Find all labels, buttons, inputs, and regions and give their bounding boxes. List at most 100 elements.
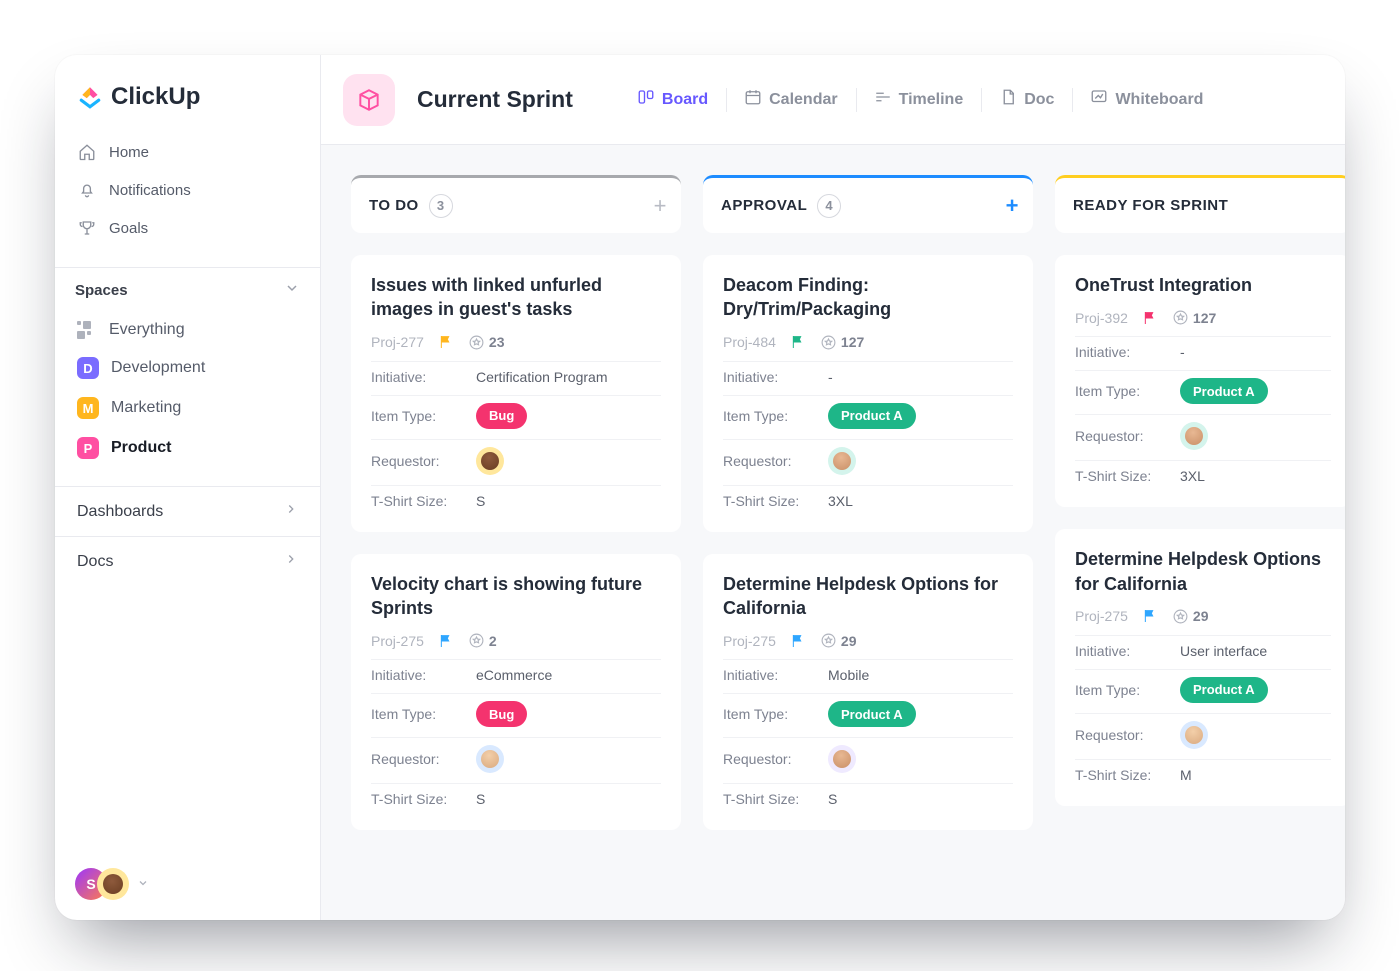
brand-icon (77, 84, 103, 110)
column-header[interactable]: READY FOR SPRINT (1055, 175, 1345, 233)
sidebar-item-goals[interactable]: Goals (65, 209, 310, 247)
view-tabs: Board Calendar Timeline Doc Whiteboard (619, 82, 1222, 118)
field-value: Product A (828, 403, 1013, 429)
avatar (1180, 422, 1208, 450)
field-label: Requestor: (723, 751, 828, 767)
sidebar: ClickUp Home Notifications Goals Spaces (55, 55, 321, 920)
type-tag: Product A (828, 701, 916, 727)
card-points: 2 (468, 632, 497, 649)
field-value (828, 745, 1013, 773)
field-label: Item Type: (723, 706, 828, 722)
column-title: APPROVAL (721, 197, 807, 214)
chevron-down-icon (137, 876, 149, 893)
card-project-id: Proj-275 (723, 633, 776, 649)
timeline-icon (874, 88, 892, 111)
flag-icon[interactable] (438, 633, 454, 649)
tab-timeline[interactable]: Timeline (856, 82, 982, 118)
sidebar-spaces-header[interactable]: Spaces (55, 267, 320, 310)
task-card[interactable]: Determine Helpdesk Options for Californi… (703, 554, 1033, 831)
card-project-id: Proj-275 (371, 633, 424, 649)
task-card[interactable]: Issues with linked unfurled images in gu… (351, 255, 681, 532)
field-label: T-Shirt Size: (723, 791, 828, 807)
trophy-icon (77, 218, 97, 238)
card-title: OneTrust Integration (1075, 273, 1331, 307)
field-label: T-Shirt Size: (1075, 468, 1180, 484)
field-label: T-Shirt Size: (723, 493, 828, 509)
sidebar-item-space-marketing[interactable]: M Marketing (65, 388, 310, 428)
field-value: S (828, 791, 1013, 807)
field-label: Initiative: (723, 369, 828, 385)
field-value: Product A (828, 701, 1013, 727)
sidebar-item-home[interactable]: Home (65, 133, 310, 171)
flag-icon[interactable] (790, 633, 806, 649)
tab-board[interactable]: Board (619, 82, 726, 118)
topbar: Current Sprint Board Calendar Timeline D… (321, 55, 1345, 145)
board-column-todo: TO DO 3+ Issues with linked unfurled ima… (351, 175, 681, 830)
sidebar-item-label: Dashboards (77, 503, 163, 521)
avatar (476, 745, 504, 773)
field-label: Requestor: (371, 453, 476, 469)
doc-icon (999, 88, 1017, 111)
sidebar-item-everything[interactable]: Everything (65, 312, 310, 348)
card-project-id: Proj-275 (1075, 608, 1128, 624)
flag-icon[interactable] (1142, 310, 1158, 326)
field-value (1180, 721, 1331, 749)
flag-icon[interactable] (1142, 608, 1158, 624)
sidebar-item-space-development[interactable]: D Development (65, 348, 310, 388)
tab-whiteboard[interactable]: Whiteboard (1072, 82, 1221, 118)
brand-name: ClickUp (111, 83, 200, 111)
flag-icon[interactable] (790, 334, 806, 350)
board-icon (637, 88, 655, 111)
card-points: 29 (1172, 608, 1209, 625)
task-card[interactable]: Determine Helpdesk Options for Californi… (1055, 529, 1345, 806)
field-value: eCommerce (476, 667, 661, 683)
field-value: 3XL (1180, 468, 1331, 484)
add-card-button[interactable]: + (654, 193, 667, 219)
space-badge: P (77, 437, 99, 459)
kanban-board: TO DO 3+ Issues with linked unfurled ima… (351, 175, 1315, 830)
column-header[interactable]: TO DO 3+ (351, 175, 681, 233)
field-value: Bug (476, 403, 661, 429)
field-label: Initiative: (371, 667, 476, 683)
add-card-button[interactable]: + (1006, 193, 1019, 219)
sidebar-item-label: Home (109, 144, 149, 161)
field-value (476, 447, 661, 475)
space-badge: D (77, 357, 99, 379)
field-label: Requestor: (1075, 428, 1180, 444)
sidebar-nav: Home Notifications Goals (55, 129, 320, 267)
card-title: Velocity chart is showing future Sprints (371, 572, 661, 631)
tab-doc[interactable]: Doc (981, 82, 1072, 118)
avatar (1180, 721, 1208, 749)
sidebar-item-docs[interactable]: Docs (55, 536, 320, 586)
card-title: Deacom Finding: Dry/Trim/Packaging (723, 273, 1013, 332)
tab-label: Calendar (769, 91, 837, 109)
card-points: 127 (1172, 309, 1216, 326)
task-card[interactable]: Velocity chart is showing future Sprints… (351, 554, 681, 831)
card-title: Determine Helpdesk Options for Californi… (723, 572, 1013, 631)
column-count: 3 (429, 194, 453, 218)
task-card[interactable]: Deacom Finding: Dry/Trim/Packaging Proj-… (703, 255, 1033, 532)
sidebar-item-label: Docs (77, 553, 113, 571)
sidebar-item-dashboards[interactable]: Dashboards (55, 486, 320, 536)
flag-icon[interactable] (438, 334, 454, 350)
type-tag: Bug (476, 701, 527, 727)
sidebar-item-space-product[interactable]: P Product (65, 428, 310, 468)
column-header[interactable]: APPROVAL 4+ (703, 175, 1033, 233)
task-card[interactable]: OneTrust Integration Proj-392 127 Initia… (1055, 255, 1345, 507)
field-value: Bug (476, 701, 661, 727)
chevron-down-icon (284, 280, 300, 300)
sidebar-item-label: Goals (109, 220, 148, 237)
avatar (828, 745, 856, 773)
field-value: S (476, 493, 661, 509)
card-project-id: Proj-392 (1075, 310, 1128, 326)
field-label: Item Type: (1075, 682, 1180, 698)
brand-logo[interactable]: ClickUp (55, 55, 320, 129)
field-label: Initiative: (1075, 643, 1180, 659)
tab-label: Doc (1024, 91, 1054, 109)
sidebar-item-label: Product (111, 439, 171, 457)
sidebar-item-label: Marketing (111, 399, 181, 417)
user-switcher[interactable]: S (75, 868, 149, 900)
field-label: Requestor: (1075, 727, 1180, 743)
tab-calendar[interactable]: Calendar (726, 82, 855, 118)
sidebar-item-notifications[interactable]: Notifications (65, 171, 310, 209)
